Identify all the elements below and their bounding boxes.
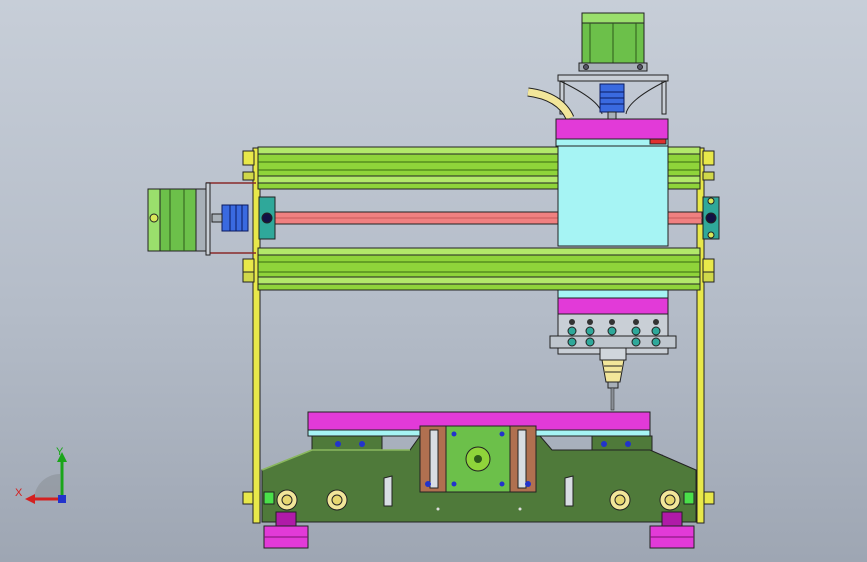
y-axis-label: Y — [56, 446, 64, 458]
lower-gantry-rail — [257, 247, 701, 291]
z-carriage-top-plate — [555, 118, 669, 147]
cutting-bit — [610, 387, 615, 411]
leadscrew-bearing-left — [258, 196, 276, 240]
x-shaft-coupler — [211, 204, 249, 232]
triad-plane-indicator — [34, 474, 60, 500]
x-axis-stepper-motor — [147, 188, 207, 252]
spindle-chuck — [599, 347, 627, 389]
z-axis-stepper-motor — [578, 12, 648, 72]
y-axis-stepper-motor — [445, 425, 511, 493]
z-shaft-coupler — [599, 83, 625, 121]
cnc-assembly-drawing: Y X — [15, 12, 720, 549]
x-axis-arrowhead — [25, 494, 35, 504]
leadscrew-bearing-right — [702, 196, 720, 240]
cad-viewport[interactable]: Y X — [0, 0, 867, 562]
z-axis-indicator — [58, 495, 66, 503]
x-axis-label: X — [15, 487, 23, 499]
coordinate-triad[interactable]: Y X — [15, 446, 67, 504]
